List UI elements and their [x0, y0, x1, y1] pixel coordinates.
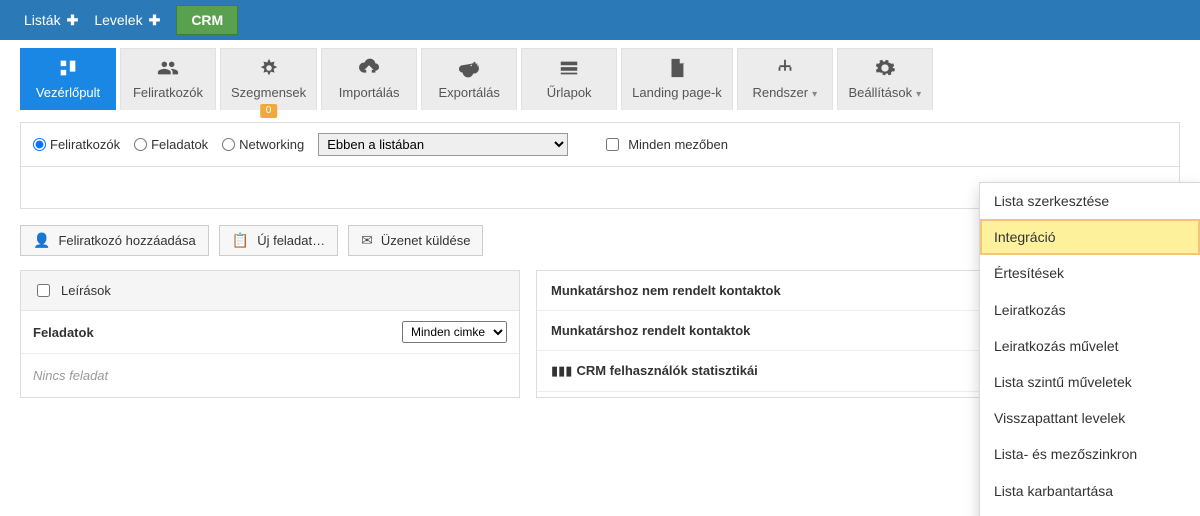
all-fields-label: Minden mezőben — [628, 137, 728, 152]
radio-tasks-label: Feladatok — [151, 137, 208, 152]
send-message-button[interactable]: ✉ Üzenet küldése — [348, 225, 483, 256]
new-task-button[interactable]: 📋 Új feladat… — [219, 225, 338, 256]
bar-chart-icon: ▮▮▮ — [551, 363, 572, 378]
tab-dashboard-label: Vezérlőpult — [36, 85, 100, 100]
dropdown-item-sync[interactable]: Lista- és mezőszinkron — [980, 436, 1200, 472]
all-fields-check[interactable]: Minden mezőben — [602, 135, 728, 154]
dropdown-item-list-ops[interactable]: Lista szintű műveletek — [980, 364, 1200, 400]
tab-subscribers-label: Feliratkozók — [133, 85, 203, 100]
person-plus-icon: 👤 — [33, 232, 50, 249]
main-tabs: Vezérlőpult Feliratkozók Szegmensek 0 Im… — [0, 40, 1200, 110]
tab-dashboard[interactable]: Vezérlőpult — [20, 48, 116, 110]
tasks-title: Feladatok — [33, 325, 94, 340]
dashboard-icon — [31, 57, 105, 79]
scope-select[interactable]: Ebben a listában — [318, 133, 568, 156]
settings-dropdown: Lista szerkesztése Integráció Értesítése… — [979, 182, 1200, 516]
descriptions-label: Leírások — [61, 283, 111, 298]
left-panel: Leírások Feladatok Minden cimke Nincs fe… — [20, 270, 520, 398]
envelope-icon: ✉ — [361, 232, 373, 249]
cloud-down-icon — [432, 57, 506, 79]
radio-tasks[interactable]: Feladatok — [134, 137, 208, 152]
target-icon — [231, 57, 306, 79]
tab-import[interactable]: Importálás — [321, 48, 417, 110]
radio-networking-input[interactable] — [222, 138, 235, 151]
radio-tasks-input[interactable] — [134, 138, 147, 151]
radio-networking-label: Networking — [239, 137, 304, 152]
tab-import-label: Importálás — [339, 85, 400, 100]
tab-export-label: Exportálás — [438, 85, 499, 100]
tab-landing-label: Landing page-k — [632, 85, 722, 100]
nav-letters[interactable]: Levelek ✚ — [90, 6, 164, 35]
tab-settings[interactable]: Beállítások ▾ — [837, 48, 933, 110]
no-task-message: Nincs feladat — [21, 354, 519, 397]
all-fields-checkbox[interactable] — [606, 138, 619, 151]
new-task-label: Új feladat… — [257, 233, 325, 248]
dropdown-item-edit-list[interactable]: Lista szerkesztése — [980, 183, 1200, 219]
filter-bar: Feliratkozók Feladatok Networking Ebben … — [20, 122, 1180, 167]
plus-icon[interactable]: ✚ — [149, 12, 161, 29]
add-subscriber-label: Feliratkozó hozzáadása — [58, 233, 195, 248]
tab-forms[interactable]: Űrlapok — [521, 48, 617, 110]
radio-subscribers-input[interactable] — [33, 138, 46, 151]
dropdown-item-bounced[interactable]: Visszapattant levelek — [980, 400, 1200, 436]
plus-icon[interactable]: ✚ — [67, 12, 79, 29]
nav-crm-label: CRM — [191, 12, 223, 28]
add-subscriber-button[interactable]: 👤 Feliratkozó hozzáadása — [20, 225, 209, 256]
dropdown-item-notifications[interactable]: Értesítések — [980, 255, 1200, 291]
form-icon — [532, 57, 606, 79]
clipboard-icon: 📋 — [232, 232, 249, 249]
tree-icon — [748, 57, 822, 79]
tab-segments-label: Szegmensek — [231, 85, 306, 100]
tab-export[interactable]: Exportálás — [421, 48, 517, 110]
descriptions-checkbox[interactable] — [37, 284, 50, 297]
page-icon — [632, 57, 722, 79]
tag-select[interactable]: Minden cimke — [402, 321, 507, 343]
tab-settings-label: Beállítások — [848, 85, 912, 100]
radio-subscribers[interactable]: Feliratkozók — [33, 137, 120, 152]
nav-lists-label: Listák — [24, 12, 61, 28]
dropdown-item-unsubscribe[interactable]: Leiratkozás — [980, 292, 1200, 328]
gear-icon — [848, 57, 922, 79]
top-header: Listák ✚ Levelek ✚ CRM — [0, 0, 1200, 40]
radio-subscribers-label: Feliratkozók — [50, 137, 120, 152]
dropdown-item-maintenance[interactable]: Lista karbantartása — [980, 473, 1200, 509]
tab-system-label: Rendszer — [752, 85, 808, 100]
radio-networking[interactable]: Networking — [222, 137, 304, 152]
tab-segments[interactable]: Szegmensek 0 — [220, 48, 317, 110]
send-message-label: Üzenet küldése — [381, 233, 471, 248]
tab-forms-label: Űrlapok — [547, 85, 592, 100]
descriptions-header[interactable]: Leírások — [21, 271, 519, 311]
chevron-down-icon: ▾ — [916, 89, 921, 100]
right-row-stats-label: CRM felhasználók statisztikái — [576, 363, 757, 378]
tab-landing[interactable]: Landing page-k — [621, 48, 733, 110]
tab-system[interactable]: Rendszer ▾ — [737, 48, 833, 110]
nav-crm[interactable]: CRM — [176, 5, 238, 35]
tasks-section: Feladatok Minden cimke — [21, 311, 519, 354]
people-icon — [131, 57, 205, 79]
dropdown-item-integration[interactable]: Integráció — [980, 219, 1200, 255]
dropdown-item-multi-events[interactable]: Események megjelenítése több listából — [980, 509, 1200, 516]
cloud-up-icon — [332, 57, 406, 79]
content-area: Feliratkozók Feladatok Networking Ebben … — [0, 110, 1200, 410]
tab-subscribers[interactable]: Feliratkozók — [120, 48, 216, 110]
dropdown-item-unsubscribe-op[interactable]: Leiratkozás művelet — [980, 328, 1200, 364]
nav-lists[interactable]: Listák ✚ — [20, 6, 82, 35]
chevron-down-icon: ▾ — [812, 89, 817, 100]
nav-letters-label: Levelek — [94, 12, 142, 28]
